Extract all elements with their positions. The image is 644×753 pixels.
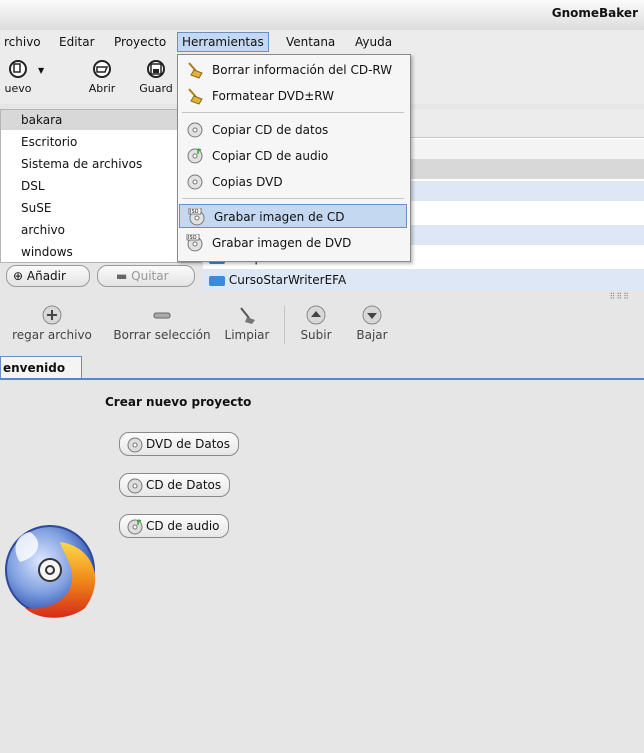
folder-tree: bakara Escritorio Sistema de archivos DS… — [0, 109, 202, 263]
table-row[interactable]: CursoStarWriterEFA — [203, 269, 644, 291]
cd-audio-button[interactable]: CD de audio — [119, 514, 229, 538]
new-icon — [9, 60, 27, 78]
menu-ventana[interactable]: Ventana — [282, 33, 339, 51]
disc-icon — [187, 122, 203, 138]
menu-item-copy-audio-cd[interactable]: Copiar CD de audio — [178, 144, 408, 168]
tree-item[interactable]: archivo — [1, 220, 201, 240]
gnomebaker-logo-icon — [5, 525, 96, 618]
arrow-up-icon — [306, 305, 326, 325]
add-button[interactable]: ⊕ Añadir — [6, 265, 90, 287]
menu-item-format-dvd[interactable]: Formatear DVD±RW — [178, 84, 408, 108]
new-project-heading: Crear nuevo proyecto — [105, 395, 252, 409]
add-file-button[interactable]: regar archivo — [0, 304, 104, 342]
menu-bar: rchivo Editar Proyecto Herramientas Vent… — [0, 30, 644, 55]
menu-ayuda[interactable]: Ayuda — [351, 33, 396, 51]
menu-item-burn-cd-image[interactable]: ISO Grabar imagen de CD — [179, 204, 407, 228]
menu-proyecto[interactable]: Proyecto — [110, 33, 170, 51]
disc-icon — [127, 437, 143, 453]
new-button[interactable]: uevo — [0, 58, 36, 95]
project-toolbar: regar archivo Borrar selección Limpiar S… — [0, 300, 644, 352]
minus-icon: ▬ — [116, 269, 128, 283]
audio-disc-icon — [187, 148, 203, 164]
tree-item[interactable]: DSL — [1, 176, 201, 196]
tree-item[interactable]: Sistema de archivos — [1, 154, 201, 174]
menu-archivo[interactable]: rchivo — [0, 33, 45, 51]
folder-icon — [209, 275, 225, 286]
tools-menu: Borrar información del CD-RW Formatear D… — [177, 54, 411, 262]
save-button[interactable]: Guard — [134, 58, 178, 95]
plus-icon — [42, 305, 62, 325]
audio-disc-icon — [127, 519, 143, 535]
menu-item-burn-dvd-image[interactable]: ISO Grabar imagen de DVD — [178, 231, 408, 255]
tab-welcome[interactable]: envenido — [0, 356, 82, 378]
tree-item[interactable]: windows — [1, 242, 201, 262]
minus-icon — [153, 312, 171, 319]
disc-icon — [127, 478, 143, 494]
broom-icon — [240, 307, 255, 324]
iso-disc-icon: ISO — [188, 208, 205, 226]
dvd-data-button[interactable]: DVD de Datos — [119, 432, 239, 456]
svg-text:ISO: ISO — [190, 209, 199, 215]
menu-editar[interactable]: Editar — [55, 33, 99, 51]
menu-item-copy-dvd[interactable]: Copias DVD — [178, 170, 408, 194]
menu-item-copy-data-cd[interactable]: Copiar CD de datos — [178, 118, 408, 142]
new-label: uevo — [4, 82, 32, 95]
svg-text:ISO: ISO — [188, 235, 197, 241]
disc-icon — [187, 174, 203, 190]
title-bar: GnomeBaker — [0, 0, 644, 31]
open-icon — [93, 60, 111, 78]
menu-separator — [182, 198, 404, 199]
clear-button[interactable]: Limpiar — [222, 304, 272, 342]
open-label: Abrir — [88, 82, 116, 95]
tree-item[interactable]: bakara — [1, 110, 201, 130]
move-down-button[interactable]: Bajar — [350, 304, 394, 342]
toolbar-separator — [284, 306, 285, 344]
arrow-down-icon — [362, 305, 382, 325]
delete-selection-button[interactable]: Borrar selección — [108, 304, 216, 342]
plus-icon: ⊕ — [13, 269, 24, 283]
move-up-button[interactable]: Subir — [296, 304, 336, 342]
broom-icon — [188, 88, 203, 105]
menu-herramientas[interactable]: Herramientas — [177, 32, 269, 52]
save-icon — [147, 60, 165, 78]
remove-button[interactable]: ▬ Quitar — [97, 265, 195, 287]
chevron-down-icon[interactable]: ▼ — [38, 66, 44, 75]
cd-data-button[interactable]: CD de Datos — [119, 473, 231, 497]
tree-item[interactable]: Escritorio — [1, 132, 201, 152]
menu-item-erase-cdrw[interactable]: Borrar información del CD-RW — [178, 58, 408, 82]
menu-separator — [182, 112, 404, 113]
window-title: GnomeBaker — [551, 6, 638, 20]
open-button[interactable]: Abrir — [82, 58, 122, 95]
tree-item[interactable]: SuSE — [1, 198, 201, 218]
save-label: Guard — [139, 82, 173, 95]
broom-icon — [188, 62, 203, 79]
iso-disc-icon: ISO — [186, 234, 203, 252]
